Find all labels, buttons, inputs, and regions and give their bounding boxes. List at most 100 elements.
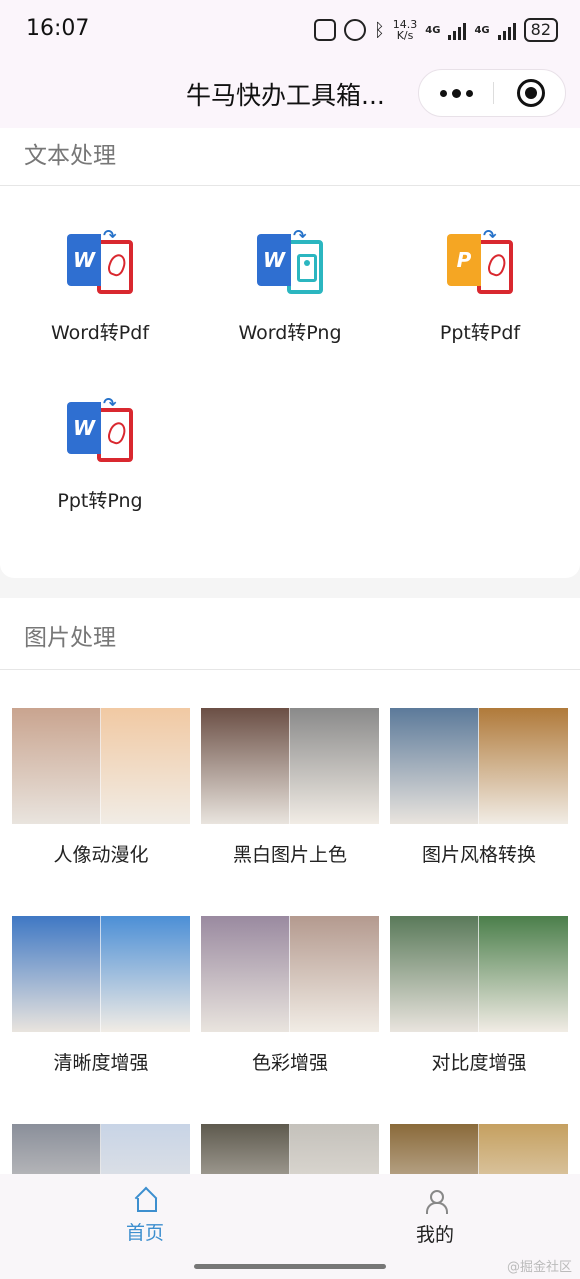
status-time: 16:07 [26, 16, 90, 41]
pdf-mark-icon [105, 419, 129, 447]
phone-screen: 16:07 ᛒ 14.3 K/s 4G 4G 82 牛马快办工具箱... 文本处… [0, 0, 580, 1279]
compare-divider [289, 1124, 290, 1174]
before-after-thumbnail [390, 1124, 568, 1174]
after-image [101, 916, 190, 1032]
after-image [101, 708, 190, 824]
tab-mine[interactable]: 我的 [290, 1174, 580, 1254]
image-tool-item[interactable] [201, 1124, 379, 1174]
before-after-thumbnail [390, 708, 568, 824]
image-mark-icon [297, 254, 317, 282]
after-image [479, 916, 568, 1032]
watermark: @掘金社区 [506, 1260, 572, 1275]
after-image [479, 708, 568, 824]
gesture-area [0, 1254, 580, 1279]
mini-program-header: 牛马快办工具箱... [0, 60, 580, 128]
lte-label-2: 4G [474, 24, 490, 36]
before-image [390, 916, 479, 1032]
page-title: 牛马快办工具箱... [186, 81, 385, 110]
before-after-thumbnail [201, 916, 379, 1032]
image-tool-item[interactable] [12, 1124, 190, 1174]
capsule-divider [493, 82, 494, 104]
target-doc-icon [477, 240, 513, 294]
image-tool-item[interactable]: 清晰度增强 [12, 916, 190, 1124]
home-indicator[interactable] [194, 1264, 386, 1269]
text-tool-item[interactable]: P ↷ Ppt转Pdf [385, 226, 575, 398]
target-doc-icon [97, 408, 133, 462]
convert-arrow-icon: ↷ [103, 226, 117, 245]
target-doc-icon [97, 240, 133, 294]
text-processing-card: 文本处理 W ↷ Word转Pdf W ↷ Word转Png P ↷ Ppt转Pdf W ↷ Ppt转… [0, 128, 580, 578]
image-tool-item[interactable]: 黑白图片上色 [201, 708, 379, 916]
image-tool-item[interactable] [390, 1124, 568, 1174]
convert-arrow-icon: ↷ [293, 226, 307, 245]
tab-home-label: 首页 [125, 1222, 164, 1244]
text-tool-label: Ppt转Png [57, 490, 143, 512]
pdf-mark-icon [485, 251, 509, 279]
after-image [290, 1124, 379, 1174]
text-tool-label: Word转Png [238, 322, 342, 344]
target-doc-icon [287, 240, 323, 294]
signal-icon-2 [497, 20, 516, 40]
status-icons: ᛒ 14.3 K/s 4G 4G 82 [313, 17, 558, 43]
before-after-thumbnail [12, 708, 190, 824]
convert-arrow-icon: ↷ [103, 394, 117, 413]
status-bar: 16:07 ᛒ 14.3 K/s 4G 4G 82 [0, 0, 580, 60]
compare-divider [100, 708, 101, 824]
nfc-icon [313, 19, 336, 41]
before-after-thumbnail [201, 708, 379, 824]
before-after-thumbnail [201, 1124, 379, 1174]
compare-divider [289, 708, 290, 824]
before-image [12, 1124, 101, 1174]
after-image [290, 708, 379, 824]
signal-icon-1 [448, 20, 467, 40]
image-tool-label: 黑白图片上色 [232, 844, 347, 866]
before-after-thumbnail [12, 1124, 190, 1174]
capsule-menu [418, 69, 566, 117]
text-tool-item[interactable]: W ↷ Ppt转Png [5, 394, 195, 566]
compare-divider [478, 1124, 479, 1174]
text-tool-item[interactable]: W ↷ Word转Png [195, 226, 385, 398]
tab-mine-label: 我的 [415, 1224, 454, 1246]
text-tool-label: Ppt转Pdf [439, 322, 521, 344]
image-tool-item[interactable]: 人像动漫化 [12, 708, 190, 916]
more-dots-icon[interactable] [419, 70, 493, 116]
before-image [12, 916, 101, 1032]
before-after-thumbnail [12, 916, 190, 1032]
source-doc-icon: P [447, 234, 481, 286]
battery-icon: 82 [523, 18, 558, 42]
image-processing-card: 图片处理 人像动漫化 黑白图片上色 图片风格转换清晰度增强 色彩增强 对比度增强 [0, 598, 580, 1174]
alarm-icon [343, 19, 366, 41]
after-image [101, 1124, 190, 1174]
bluetooth-icon: ᛒ [373, 19, 385, 41]
image-tool-item[interactable]: 色彩增强 [201, 916, 379, 1124]
before-image [201, 1124, 290, 1174]
user-icon [424, 1190, 448, 1214]
image-tool-item[interactable]: 对比度增强 [390, 916, 568, 1124]
compare-divider [100, 916, 101, 1032]
close-target-icon[interactable] [517, 79, 545, 107]
compare-divider [478, 708, 479, 824]
convert-doc-icon: W ↷ [67, 394, 133, 468]
image-tool-label: 清晰度增强 [53, 1052, 149, 1074]
text-tool-grid: W ↷ Word转Pdf W ↷ Word转Png P ↷ Ppt转Pdf W ↷ Ppt转Png [0, 186, 580, 578]
convert-doc-icon: W ↷ [257, 226, 323, 300]
network-speed-unit: K/s [396, 29, 414, 42]
compare-divider [100, 1124, 101, 1174]
main-content[interactable]: 文本处理 W ↷ Word转Pdf W ↷ Word转Png P ↷ Ppt转Pdf W ↷ Ppt转… [0, 128, 580, 1174]
source-doc-icon: W [257, 234, 291, 286]
text-tool-item[interactable]: W ↷ Word转Pdf [5, 226, 195, 398]
after-image [479, 1124, 568, 1174]
section-title-image: 图片处理 [0, 598, 580, 670]
tab-bar: 首页 我的 [0, 1174, 580, 1254]
lte-label-1: 4G [425, 24, 441, 36]
image-tool-item[interactable]: 图片风格转换 [390, 708, 568, 916]
home-icon [134, 1190, 157, 1212]
image-tool-label: 对比度增强 [431, 1052, 527, 1074]
before-image [390, 1124, 479, 1174]
source-doc-icon: W [67, 402, 101, 454]
tab-home[interactable]: 首页 [0, 1174, 290, 1254]
section-title-text: 文本处理 [0, 128, 580, 186]
network-speed: 14.3 K/s [393, 19, 418, 41]
pdf-mark-icon [105, 251, 129, 279]
compare-divider [289, 916, 290, 1032]
